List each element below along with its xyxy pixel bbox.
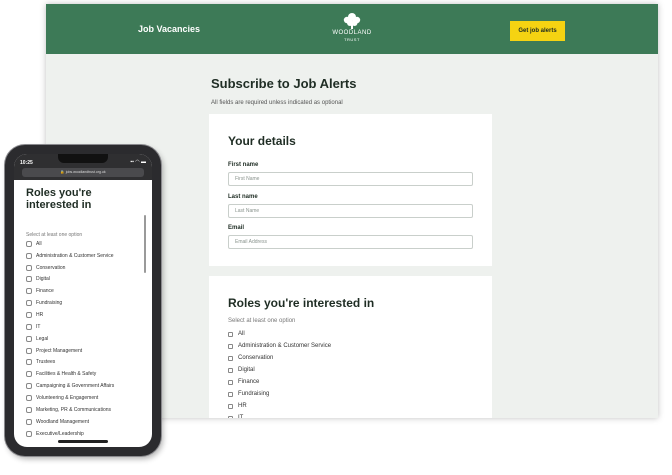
mobile-role-option[interactable]: IT xyxy=(26,324,40,330)
mobile-role-option[interactable]: Finance xyxy=(26,288,54,294)
checkbox[interactable] xyxy=(228,415,233,418)
checkbox[interactable] xyxy=(228,379,233,385)
role-option-all[interactable]: All xyxy=(228,331,245,337)
checkbox[interactable] xyxy=(26,300,32,306)
page-title: Subscribe to Job Alerts xyxy=(211,76,357,91)
role-option-finance[interactable]: Finance xyxy=(228,379,259,385)
mobile-role-option[interactable]: Executive/Leadership xyxy=(26,431,84,437)
mobile-role-option[interactable]: Digital xyxy=(26,276,50,282)
email-input[interactable] xyxy=(228,235,473,249)
mobile-role-option[interactable]: All xyxy=(26,241,42,247)
mobile-role-option[interactable]: HR xyxy=(26,312,43,318)
mobile-roles-hint: Select at least one option xyxy=(26,232,83,238)
checkbox[interactable] xyxy=(228,367,233,373)
mobile-role-option[interactable]: Marketing, PR & Communications xyxy=(26,407,111,413)
role-option-fundraising[interactable]: Fundraising xyxy=(228,391,269,397)
site-header: Job Vacancies WOODLAND TRUST Get job ale… xyxy=(46,4,658,54)
mobile-roles-heading: Roles you're interested in xyxy=(26,187,92,211)
last-name-label: Last name xyxy=(228,194,258,200)
roles-hint: Select at least one option xyxy=(228,318,296,324)
checkbox[interactable] xyxy=(26,312,32,318)
phone-mockup: 10:25 ▪▪ ◠ ▬ 🔒 jobs.woodlandtrust.org.uk… xyxy=(5,145,161,456)
role-option-conservation[interactable]: Conservation xyxy=(228,355,273,361)
first-name-label: First name xyxy=(228,162,259,168)
woodland-trust-logo[interactable]: WOODLAND TRUST xyxy=(326,12,378,48)
checkbox[interactable] xyxy=(26,431,32,437)
mobile-role-option[interactable]: Conservation xyxy=(26,265,65,271)
checkbox[interactable] xyxy=(26,324,32,330)
mobile-role-option[interactable]: Facilities & Health & Safety xyxy=(26,371,96,377)
role-option-digital[interactable]: Digital xyxy=(228,367,255,373)
first-name-input[interactable] xyxy=(228,172,473,186)
checkbox[interactable] xyxy=(26,241,32,247)
checkbox[interactable] xyxy=(26,276,32,282)
checkbox[interactable] xyxy=(228,355,233,361)
phone-notch xyxy=(58,154,108,163)
checkbox[interactable] xyxy=(26,359,32,365)
checkbox[interactable] xyxy=(26,383,32,389)
your-details-card: Your details First name Last name Email xyxy=(209,114,492,266)
checkbox[interactable] xyxy=(26,288,32,294)
scrollbar[interactable] xyxy=(144,215,146,273)
logo-sub: TRUST xyxy=(344,37,360,42)
phone-screen: 10:25 ▪▪ ◠ ▬ 🔒 jobs.woodlandtrust.org.uk… xyxy=(14,154,152,447)
phone-status-bar: 10:25 ▪▪ ◠ ▬ 🔒 jobs.woodlandtrust.org.uk xyxy=(14,154,152,180)
role-option-it[interactable]: IT xyxy=(228,415,243,418)
tree-logo-icon xyxy=(343,13,361,29)
your-details-heading: Your details xyxy=(228,134,296,148)
role-option-hr[interactable]: HR xyxy=(228,403,247,409)
home-indicator[interactable] xyxy=(58,440,108,443)
mobile-role-option[interactable]: Campaigning & Government Affairs xyxy=(26,383,114,389)
get-job-alerts-button[interactable]: Get job alerts xyxy=(510,21,565,41)
mobile-role-option[interactable]: Legal xyxy=(26,336,48,342)
checkbox[interactable] xyxy=(228,403,233,409)
last-name-input[interactable] xyxy=(228,204,473,218)
checkbox[interactable] xyxy=(26,419,32,425)
phone-time: 10:25 xyxy=(20,160,33,166)
email-label: Email xyxy=(228,225,245,231)
signal-wifi-battery-icon: ▪▪ ◠ ▬ xyxy=(130,159,146,165)
checkbox[interactable] xyxy=(26,336,32,342)
mobile-role-option[interactable]: Fundraising xyxy=(26,300,62,306)
checkbox[interactable] xyxy=(228,391,233,397)
mobile-role-option[interactable]: Project Management xyxy=(26,348,82,354)
mobile-role-option[interactable]: Woodland Management xyxy=(26,419,89,425)
page-subtitle: All fields are required unless indicated… xyxy=(211,100,343,106)
checkbox[interactable] xyxy=(26,253,32,259)
checkbox[interactable] xyxy=(26,395,32,401)
roles-heading: Roles you're interested in xyxy=(228,296,375,310)
checkbox[interactable] xyxy=(26,348,32,354)
checkbox[interactable] xyxy=(26,265,32,271)
logo-name: WOODLAND xyxy=(332,30,372,36)
checkbox[interactable] xyxy=(26,371,32,377)
mobile-role-option[interactable]: Administration & Customer Service xyxy=(26,253,114,259)
role-option-admin[interactable]: Administration & Customer Service xyxy=(228,343,331,349)
lock-icon: 🔒 xyxy=(60,170,65,174)
checkbox[interactable] xyxy=(26,407,32,413)
url-text: jobs.woodlandtrust.org.uk xyxy=(65,170,106,174)
mobile-role-option[interactable]: Volunteering & Engagement xyxy=(26,395,98,401)
mobile-role-option[interactable]: Trustees xyxy=(26,359,55,365)
roles-card: Roles you're interested in Select at lea… xyxy=(209,276,492,418)
browser-url-bar[interactable]: 🔒 jobs.woodlandtrust.org.uk xyxy=(22,168,144,177)
checkbox[interactable] xyxy=(228,331,233,337)
checkbox[interactable] xyxy=(228,343,233,349)
nav-title[interactable]: Job Vacancies xyxy=(138,24,200,34)
